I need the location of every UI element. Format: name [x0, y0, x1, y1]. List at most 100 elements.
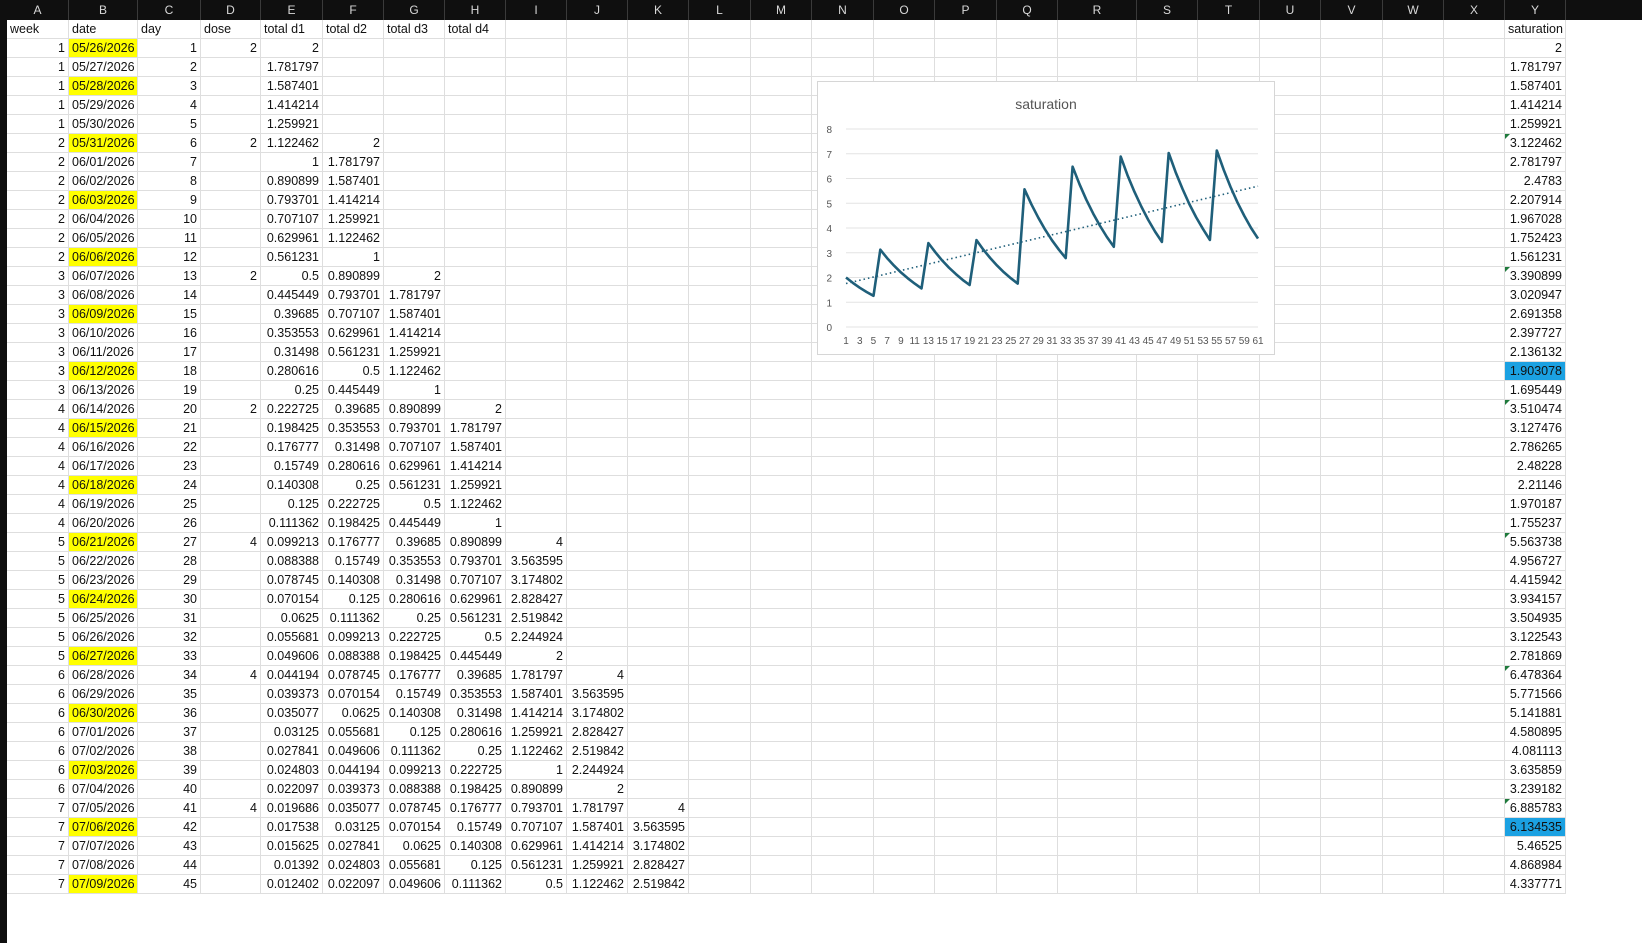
cell[interactable] — [1260, 837, 1321, 856]
cell-day[interactable]: 5 — [138, 115, 201, 134]
cell[interactable] — [1260, 818, 1321, 837]
cell[interactable] — [1444, 514, 1505, 533]
cell[interactable] — [1383, 39, 1444, 58]
cell[interactable] — [1444, 191, 1505, 210]
cell-date[interactable]: 05/28/2026 — [69, 77, 138, 96]
cell[interactable] — [874, 723, 935, 742]
cell[interactable] — [874, 400, 935, 419]
cell[interactable] — [1444, 818, 1505, 837]
cell-saturation[interactable]: 3.127476 — [1505, 419, 1566, 438]
cell-week[interactable]: 4 — [7, 419, 69, 438]
cell-date[interactable]: 06/14/2026 — [69, 400, 138, 419]
cell[interactable] — [1383, 20, 1444, 39]
cell[interactable] — [812, 818, 874, 837]
cell-week[interactable]: 6 — [7, 780, 69, 799]
cell-total-d3[interactable]: 0.222725 — [384, 628, 445, 647]
cell[interactable] — [1383, 134, 1444, 153]
cell-total-d3[interactable]: 1.414214 — [384, 324, 445, 343]
header-total-d4[interactable]: total d4 — [445, 20, 506, 39]
cell-col-k[interactable] — [628, 400, 689, 419]
cell[interactable] — [1137, 761, 1198, 780]
cell[interactable] — [1321, 799, 1383, 818]
cell-total-d1[interactable]: 0.099213 — [261, 533, 323, 552]
cell[interactable] — [874, 837, 935, 856]
cell[interactable] — [997, 742, 1058, 761]
cell-saturation[interactable]: 6.478364 — [1505, 666, 1566, 685]
cell[interactable] — [689, 77, 751, 96]
cell-total-d1[interactable]: 0.353553 — [261, 324, 323, 343]
cell[interactable] — [1321, 115, 1383, 134]
cell[interactable] — [1444, 324, 1505, 343]
cell-dose[interactable] — [201, 685, 261, 704]
cell[interactable] — [1383, 191, 1444, 210]
cell[interactable] — [1383, 210, 1444, 229]
cell[interactable] — [874, 476, 935, 495]
cell[interactable] — [751, 761, 812, 780]
cell[interactable] — [689, 590, 751, 609]
cell-dose[interactable] — [201, 381, 261, 400]
cell[interactable] — [506, 20, 567, 39]
cell[interactable] — [812, 362, 874, 381]
cell-saturation[interactable]: 1.259921 — [1505, 115, 1566, 134]
cell[interactable] — [1383, 552, 1444, 571]
cell[interactable] — [1198, 647, 1260, 666]
cell-total-d4[interactable]: 0.793701 — [445, 552, 506, 571]
cell-total-d2[interactable]: 0.088388 — [323, 647, 384, 666]
cell-total-d2[interactable] — [323, 77, 384, 96]
cell-total-d4[interactable] — [445, 229, 506, 248]
cell[interactable] — [1444, 438, 1505, 457]
cell[interactable] — [689, 533, 751, 552]
column-header-c[interactable]: C — [138, 0, 201, 20]
cell[interactable] — [1444, 685, 1505, 704]
cell-total-d3[interactable]: 0.25 — [384, 609, 445, 628]
cell[interactable] — [1058, 419, 1137, 438]
cell-col-j[interactable]: 2 — [567, 780, 628, 799]
cell-total-d3[interactable]: 1 — [384, 381, 445, 400]
cell-total-d1[interactable]: 1.587401 — [261, 77, 323, 96]
cell-total-d1[interactable]: 0.044194 — [261, 666, 323, 685]
cell[interactable] — [689, 552, 751, 571]
column-header-r[interactable]: R — [1058, 0, 1137, 20]
cell-total-d1[interactable]: 0.01392 — [261, 856, 323, 875]
cell-col-k[interactable] — [628, 172, 689, 191]
cell[interactable] — [1260, 780, 1321, 799]
cell-date[interactable]: 06/12/2026 — [69, 362, 138, 381]
cell[interactable] — [997, 495, 1058, 514]
cell[interactable] — [997, 590, 1058, 609]
cell[interactable] — [1198, 799, 1260, 818]
cell-col-k[interactable] — [628, 571, 689, 590]
cell[interactable] — [1444, 172, 1505, 191]
cell-saturation[interactable]: 2.136132 — [1505, 343, 1566, 362]
cell[interactable] — [751, 229, 812, 248]
cell-saturation[interactable]: 1.755237 — [1505, 514, 1566, 533]
cell[interactable] — [1444, 476, 1505, 495]
cell-total-d3[interactable]: 0.078745 — [384, 799, 445, 818]
cell-day[interactable]: 17 — [138, 343, 201, 362]
column-header-q[interactable]: Q — [997, 0, 1058, 20]
cell[interactable] — [1137, 381, 1198, 400]
cell-total-d4[interactable]: 0.5 — [445, 628, 506, 647]
cell-day[interactable]: 21 — [138, 419, 201, 438]
cell[interactable] — [935, 628, 997, 647]
cell[interactable] — [997, 457, 1058, 476]
cell[interactable] — [1198, 685, 1260, 704]
cell-total-d4[interactable] — [445, 305, 506, 324]
cell-week[interactable]: 4 — [7, 457, 69, 476]
cell-col-k[interactable]: 3.174802 — [628, 837, 689, 856]
cell-week[interactable]: 7 — [7, 837, 69, 856]
cell[interactable] — [1198, 761, 1260, 780]
cell-total-d1[interactable]: 0.198425 — [261, 419, 323, 438]
cell-week[interactable]: 3 — [7, 381, 69, 400]
cell[interactable] — [751, 438, 812, 457]
cell-date[interactable]: 06/15/2026 — [69, 419, 138, 438]
cell-col-j[interactable] — [567, 134, 628, 153]
cell-dose[interactable] — [201, 723, 261, 742]
cell[interactable] — [751, 742, 812, 761]
cell[interactable] — [812, 856, 874, 875]
cell-col-i[interactable]: 1 — [506, 761, 567, 780]
cell[interactable] — [751, 248, 812, 267]
cell[interactable] — [997, 533, 1058, 552]
cell[interactable] — [1383, 685, 1444, 704]
cell-dose[interactable] — [201, 609, 261, 628]
cell[interactable] — [1444, 77, 1505, 96]
